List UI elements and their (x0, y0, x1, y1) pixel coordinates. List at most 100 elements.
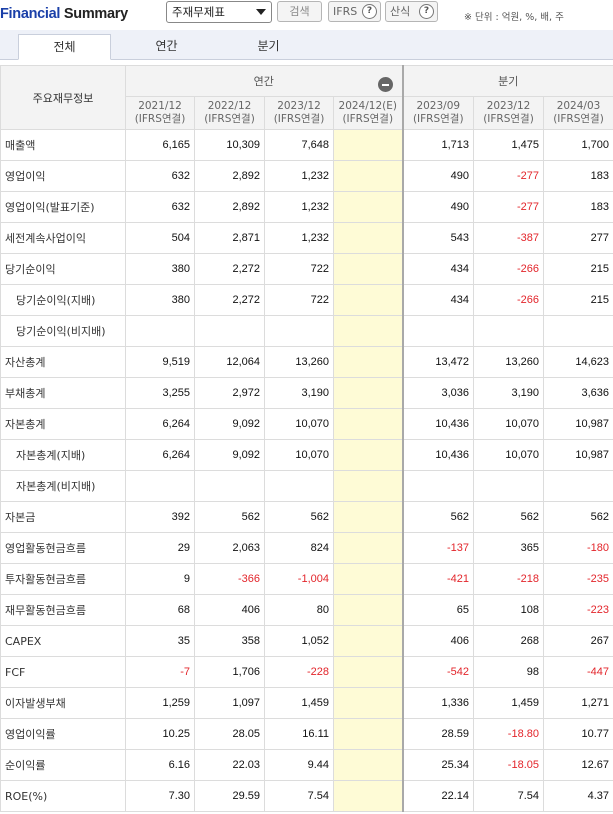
column-basis: (IFRS연결) (134, 113, 186, 125)
table-cell: 562 (473, 501, 544, 533)
question-circle-icon[interactable]: ? (419, 4, 434, 19)
table-cell: 3,036 (402, 377, 474, 409)
table-cell: 380 (125, 284, 195, 316)
table-cell: 16.11 (264, 718, 334, 750)
table-cell: 632 (125, 191, 195, 223)
table-cell (543, 315, 613, 347)
table-cell: 98 (473, 656, 544, 688)
table-row: 부채총계 3,255 2,972 3,190 3,036 3,190 3,636 (0, 377, 613, 409)
table-cell: 406 (402, 625, 474, 657)
row-label[interactable]: 투자활동현금흐름 (0, 563, 126, 595)
corner-label: 주요재무정보 (0, 65, 126, 130)
table-cell (333, 532, 404, 564)
column-period: 2024/12(E) (338, 100, 397, 112)
row-label[interactable]: 영업이익률 (0, 718, 126, 750)
table-cell: 6,264 (125, 439, 195, 471)
ifrs-button[interactable]: IFRS ? (328, 1, 381, 22)
table-cell (333, 346, 404, 378)
table-row: 자본총계(지배) 6,264 9,092 10,070 10,436 10,070 10,9… (0, 439, 613, 471)
table-cell: 1,259 (125, 687, 195, 719)
search-button[interactable]: 검색 (277, 1, 322, 22)
table-cell: 2,063 (194, 532, 265, 564)
tab-quarterly[interactable]: 분기 (222, 34, 315, 60)
tab-annual[interactable]: 연간 (120, 34, 213, 60)
table-cell: 1,271 (543, 687, 613, 719)
row-label[interactable]: 이자발생부채 (0, 687, 126, 719)
table-cell: 9 (125, 563, 195, 595)
row-label[interactable]: CAPEX (0, 625, 126, 657)
row-label[interactable]: 매출액 (0, 129, 126, 161)
column-period: 2021/12 (138, 100, 182, 112)
table-cell: 35 (125, 625, 195, 657)
table-cell: 6,165 (125, 129, 195, 161)
table-cell: 108 (473, 594, 544, 626)
table-cell: 10,070 (264, 408, 334, 440)
minus-circle-icon[interactable] (378, 77, 393, 92)
tab-all[interactable]: 전체 (18, 34, 111, 60)
row-label[interactable]: 자본총계 (0, 408, 126, 440)
row-label[interactable]: 영업활동현금흐름 (0, 532, 126, 564)
table-cell: 3,190 (473, 377, 544, 409)
table-cell: -277 (473, 191, 544, 223)
table-cell (333, 284, 404, 316)
financial-summary-table: 주요재무정보 연간 분기 2021/12 (IFRS연결) 2022/12 (IFRS… (0, 65, 613, 812)
column-header: 2024/12(E) (IFRS연결) (333, 96, 404, 130)
row-label[interactable]: 당기순이익(비지배) (0, 315, 126, 347)
column-basis: (IFRS연결) (412, 113, 464, 125)
table-cell: 9.44 (264, 749, 334, 781)
table-cell: -542 (402, 656, 474, 688)
table-cell: 2,272 (194, 253, 265, 285)
table-cell (194, 315, 265, 347)
formula-button[interactable]: 산식 ? (385, 1, 438, 22)
table-cell: -366 (194, 563, 265, 595)
table-cell: -223 (543, 594, 613, 626)
row-label[interactable]: 자본총계(지배) (0, 439, 126, 471)
page-title: Financial Summary (0, 6, 128, 22)
table-row: 자본총계 6,264 9,092 10,070 10,436 10,070 10,987 (0, 408, 613, 440)
quarter-group-header: 분기 (402, 65, 613, 97)
column-basis: (IFRS연결) (483, 113, 534, 125)
row-label[interactable]: ROE(%) (0, 780, 126, 812)
table-cell: 29.59 (194, 780, 265, 812)
table-cell: 2,972 (194, 377, 265, 409)
table-cell: 1,232 (264, 222, 334, 254)
formula-button-label: 산식 (390, 5, 411, 18)
table-cell (473, 315, 544, 347)
table-row: 당기순이익(비지배) (0, 315, 613, 347)
row-label[interactable]: 세전계속사업이익 (0, 222, 126, 254)
row-label[interactable]: 순이익률 (0, 749, 126, 781)
row-label[interactable]: 당기순이익(지배) (0, 284, 126, 316)
row-label[interactable]: 자본금 (0, 501, 126, 533)
table-cell: 365 (473, 532, 544, 564)
row-label[interactable]: 영업이익(발표기준) (0, 191, 126, 223)
table-cell: 1,475 (473, 129, 544, 161)
table-cell: 10,987 (543, 439, 613, 471)
table-cell: -7 (125, 656, 195, 688)
table-cell (473, 470, 544, 502)
column-period: 2022/12 (207, 100, 252, 112)
table-cell: 1,459 (264, 687, 334, 719)
table-cell: -266 (473, 253, 544, 285)
table-cell: -447 (543, 656, 613, 688)
row-label[interactable]: 재무활동현금흐름 (0, 594, 126, 626)
table-cell: -218 (473, 563, 544, 595)
table-cell (333, 253, 404, 285)
row-label[interactable]: 당기순이익 (0, 253, 126, 285)
row-label[interactable]: 자본총계(비지배) (0, 470, 126, 502)
question-circle-icon[interactable]: ? (362, 4, 377, 19)
row-label[interactable]: 자산총계 (0, 346, 126, 378)
table-cell (402, 315, 474, 347)
table-cell: 434 (402, 253, 474, 285)
table-cell: -421 (402, 563, 474, 595)
row-label[interactable]: 영업이익 (0, 160, 126, 192)
table-cell: 7.54 (473, 780, 544, 812)
table-cell: 562 (543, 501, 613, 533)
table-cell: -387 (473, 222, 544, 254)
row-label[interactable]: FCF (0, 656, 126, 688)
column-period: 2024/03 (556, 100, 601, 112)
row-label[interactable]: 부채총계 (0, 377, 126, 409)
table-cell: 7.54 (264, 780, 334, 812)
column-header: 2022/12 (IFRS연결) (194, 96, 265, 130)
report-type-select[interactable]: 주재무제표 (166, 1, 272, 23)
table-cell: -277 (473, 160, 544, 192)
